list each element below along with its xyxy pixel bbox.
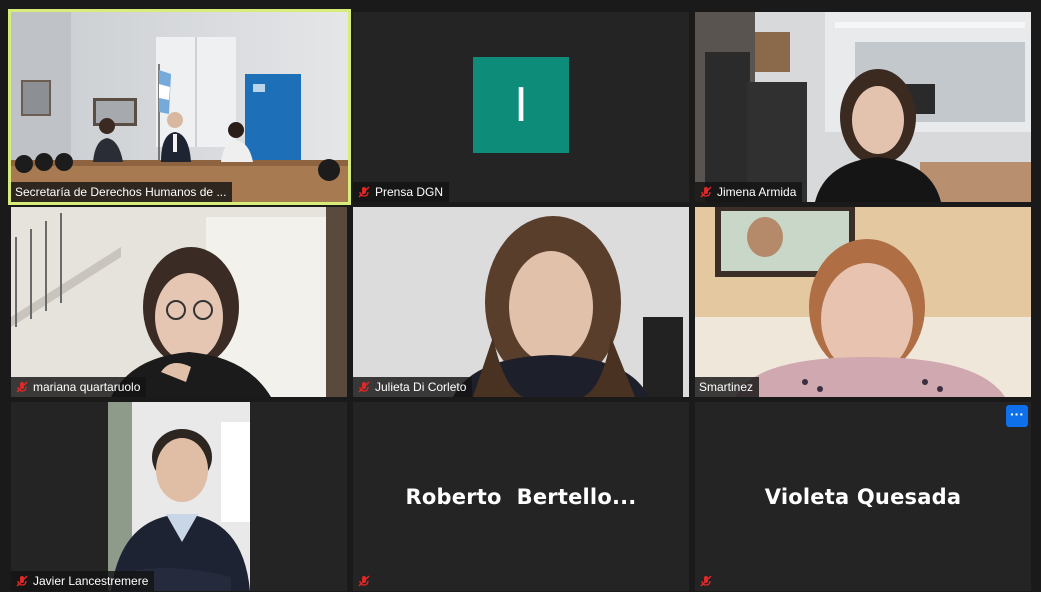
participant-video <box>11 207 347 397</box>
mic-muted-icon <box>358 186 370 198</box>
participant-display-name: Roberto Bertello... <box>405 484 637 509</box>
video-tile-prensa-dgn[interactable]: I Prensa DGN <box>353 12 689 202</box>
participant-name: Javier Lancestremere <box>33 574 149 588</box>
participant-video <box>11 12 348 202</box>
video-tile-secretaria[interactable]: Secretaría de Derechos Humanos de ... <box>8 9 351 205</box>
mic-muted-icon <box>358 575 370 587</box>
participant-nameplate: Javier Lancestremere <box>11 571 155 591</box>
participant-nameplate: Secretaría de Derechos Humanos de ... <box>11 182 233 202</box>
video-tile-mariana-quartaruolo[interactable]: mariana quartaruolo <box>11 207 347 397</box>
participant-nameplate: Julieta Di Corleto <box>353 377 473 397</box>
participant-nameplate <box>353 571 377 591</box>
participant-name: Smartinez <box>699 380 754 394</box>
participant-name: Jimena Armida <box>717 185 797 199</box>
mic-muted-icon <box>16 381 28 393</box>
mic-muted-icon <box>358 381 370 393</box>
participant-nameplate: mariana quartaruolo <box>11 377 147 397</box>
participant-name: mariana quartaruolo <box>33 380 141 394</box>
participant-nameplate: Prensa DGN <box>353 182 450 202</box>
video-tile-jimena-armida[interactable]: Jimena Armida <box>695 12 1031 202</box>
video-tile-violeta-quesada[interactable]: Violeta Quesada ··· <box>695 402 1031 591</box>
video-tile-javier-lancestremere[interactable]: Javier Lancestremere <box>11 402 347 591</box>
mic-muted-icon <box>16 575 28 587</box>
more-options-button[interactable]: ··· <box>1006 405 1028 427</box>
mic-muted-icon <box>700 575 712 587</box>
participant-display-name: Violeta Quesada <box>764 484 962 509</box>
video-tile-julieta-di-corleto[interactable]: Julieta Di Corleto <box>353 207 689 397</box>
participant-name: Secretaría de Derechos Humanos de ... <box>15 185 227 199</box>
video-tile-roberto-bertello[interactable]: Roberto Bertello... <box>353 402 689 591</box>
mic-muted-icon <box>700 186 712 198</box>
participant-name: Prensa DGN <box>375 185 444 199</box>
participant-name: Julieta Di Corleto <box>375 380 467 394</box>
participant-nameplate: Jimena Armida <box>695 182 803 202</box>
participant-video <box>695 207 1031 397</box>
participant-nameplate: Smartinez <box>695 377 760 397</box>
participant-nameplate <box>695 571 719 591</box>
participant-video <box>695 12 1031 202</box>
participant-video <box>11 402 347 591</box>
participant-avatar: I <box>473 57 569 153</box>
participant-video <box>353 207 689 397</box>
video-tile-smartinez[interactable]: Smartinez <box>695 207 1031 397</box>
